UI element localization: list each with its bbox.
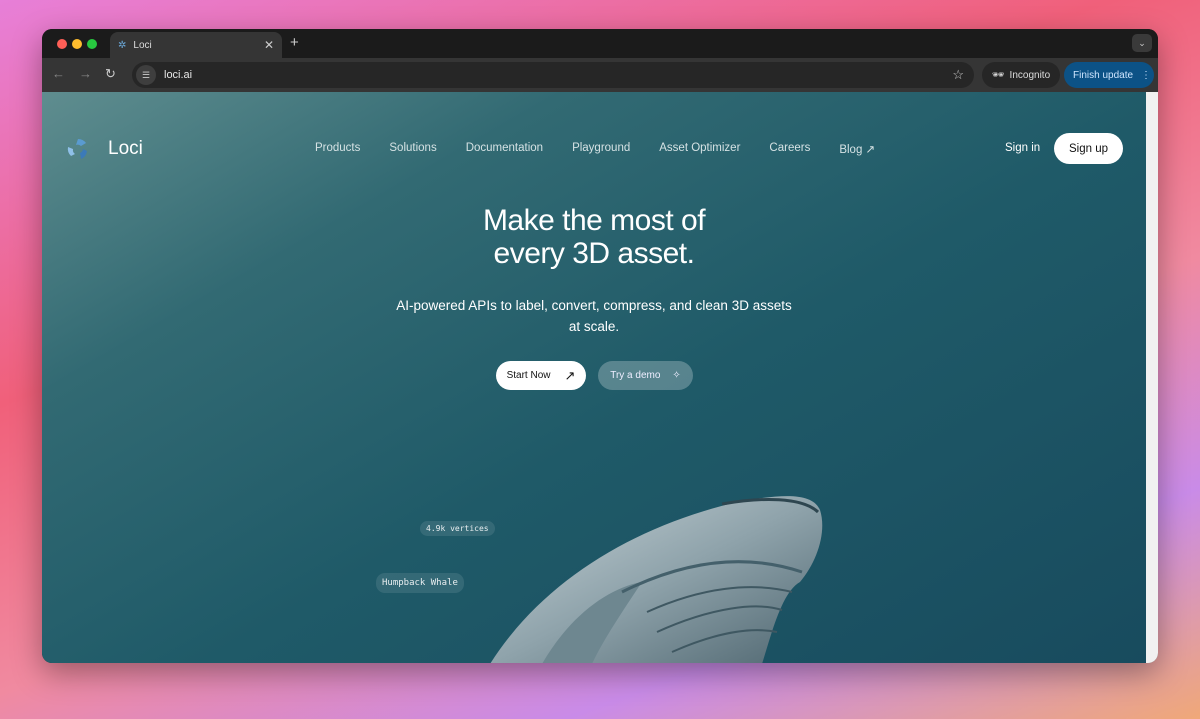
maximize-window-button[interactable] [87,39,97,49]
model-name-tag: Humpback Whale [376,573,464,593]
try-demo-label: Try a demo [610,370,661,381]
forward-icon[interactable]: → [79,66,92,81]
finish-update-button[interactable]: Finish update ⋮ [1064,62,1154,88]
hero-line-1: Make the most of [482,204,706,237]
arrow-up-right-icon: ↗ [564,367,576,383]
brand-name: Loci [108,138,143,159]
hero-line-2: every 3D asset. [493,237,695,270]
page-content: Loci Products Solutions Documentation Pl… [42,92,1146,663]
new-tab-icon[interactable]: + [290,34,299,51]
finish-update-label: Finish update [1073,69,1134,81]
close-window-button[interactable] [57,39,67,49]
nav-documentation[interactable]: Documentation [466,142,543,156]
browser-window: ✲ Loci ✕ + ⌄ ← → ↻ ☰ loci.ai ☆ 🕶 Incognit… [42,29,1158,663]
tab-loci[interactable]: ✲ Loci ✕ [110,32,282,58]
reload-icon[interactable]: ↻ [105,66,116,82]
site-settings-icon[interactable]: ☰ [136,65,156,85]
hero-title: Make the most of every 3D asset. [42,204,1146,270]
bookmark-star-icon[interactable]: ☆ [952,67,964,83]
sign-in-link[interactable]: Sign in [1005,142,1040,154]
logo[interactable]: Loci [66,137,143,161]
toolbar: ← → ↻ ☰ loci.ai ☆ 🕶 Incognito Finish upda… [42,58,1158,92]
sign-up-button[interactable]: Sign up [1054,133,1123,164]
start-now-button[interactable]: Start Now ↗ [496,361,586,390]
incognito-label: Incognito [1009,69,1051,81]
hero-subtitle: AI-powered APIs to label, convert, compr… [396,298,792,334]
nav-asset-optimizer[interactable]: Asset Optimizer [659,142,740,156]
humpback-whale-model[interactable] [482,492,832,663]
loci-favicon-icon: ✲ [118,39,127,51]
scrollbar[interactable] [1146,92,1158,663]
url-text[interactable]: loci.ai [164,69,192,81]
tab-search-chevron-down-icon[interactable]: ⌄ [1132,34,1152,52]
tab-bar: ✲ Loci ✕ + ⌄ [42,29,1158,58]
loci-logo-icon [67,139,87,159]
nav-playground[interactable]: Playground [572,142,630,156]
nav-products[interactable]: Products [315,142,360,156]
main-nav: Products Solutions Documentation Playgro… [315,142,875,156]
close-tab-icon[interactable]: ✕ [264,38,274,52]
sparkles-icon: ✧ [672,370,681,381]
start-now-label: Start Now [506,370,551,381]
try-demo-button[interactable]: Try a demo ✧ [598,361,693,390]
tab-title: Loci [133,39,152,51]
address-bar[interactable]: ☰ loci.ai ☆ [132,62,974,88]
nav-careers[interactable]: Careers [769,142,810,156]
back-icon[interactable]: ← [52,66,65,81]
nav-solutions[interactable]: Solutions [389,142,436,156]
incognito-button[interactable]: 🕶 Incognito [982,62,1060,88]
nav-blog[interactable]: Blog ↗ [839,142,875,156]
incognito-icon: 🕶 [991,69,1005,81]
minimize-window-button[interactable] [72,39,82,49]
more-vert-icon[interactable]: ⋮ [1141,70,1151,81]
